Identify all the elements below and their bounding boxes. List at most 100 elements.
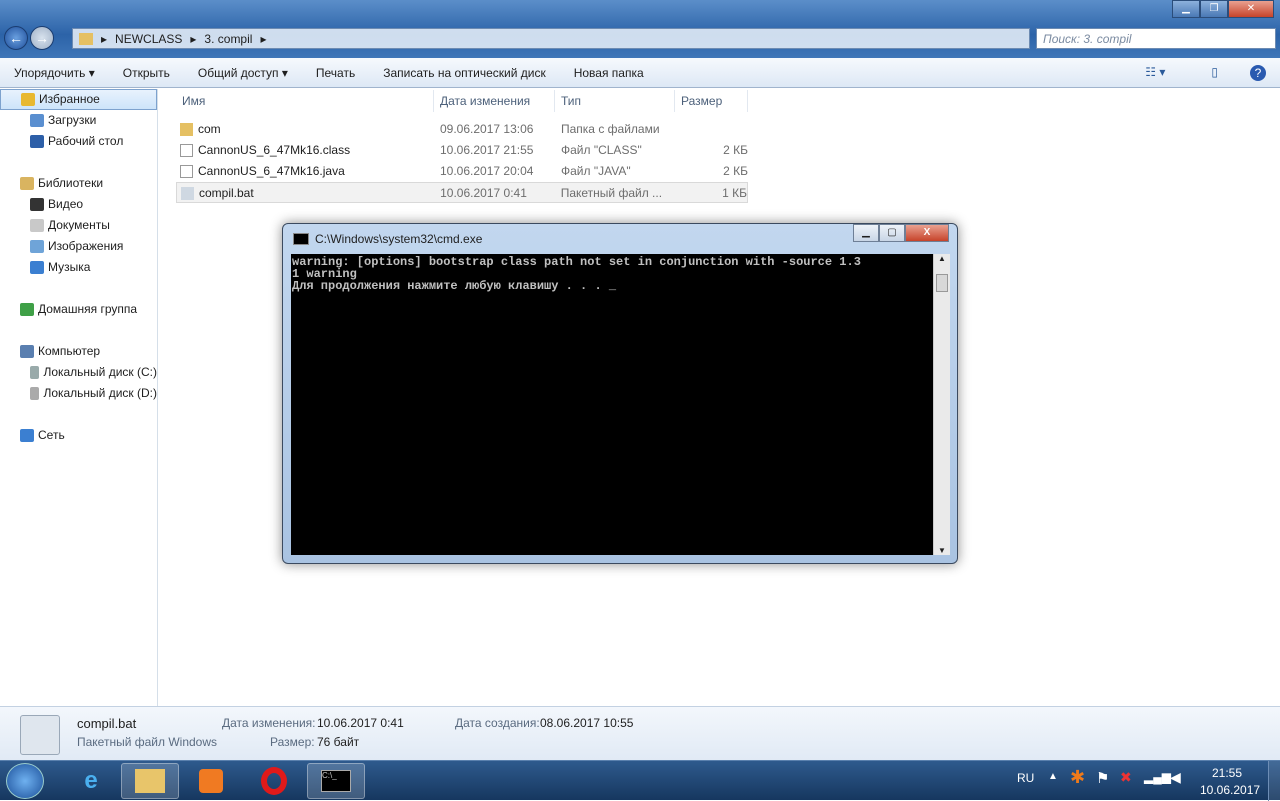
ie-icon: e (84, 767, 98, 794)
explorer-taskbar-button[interactable] (121, 763, 179, 799)
toolbar-item[interactable]: Записать на оптический диск (369, 66, 560, 80)
taskbar: e C:\_ RU ▲ ✱ ⚑ ✖ ▂▄▆ ◀ 21:55 10.06.2017 (0, 760, 1280, 801)
minimize-button[interactable]: ▁ (1172, 0, 1200, 18)
maximize-button[interactable]: ❐ (1200, 0, 1228, 18)
nav-item[interactable]: Локальный диск (C:) (0, 362, 157, 383)
cmd-taskbar-button[interactable]: C:\_ (307, 763, 365, 799)
folder-icon (180, 123, 193, 136)
toolbar-item[interactable]: Упорядочить ▾ (0, 66, 109, 80)
nav-item[interactable]: Избранное (0, 89, 157, 110)
file-icon (180, 144, 193, 157)
file-row[interactable]: CannonUS_6_47Mk16.java 10.06.2017 20:04 Фа… (176, 161, 748, 182)
scroll-thumb[interactable] (936, 274, 948, 292)
nav-item[interactable]: Видео (0, 194, 157, 215)
nav-item[interactable]: Библиотеки (0, 173, 157, 194)
column-size[interactable]: Размер (675, 90, 748, 112)
file-row[interactable]: com 09.06.2017 13:06 Папка с файлами (176, 119, 748, 140)
detail-type: Пакетный файл Windows (77, 735, 218, 749)
view-options-icon[interactable]: ☷ ▾ (1131, 65, 1179, 81)
nav-item[interactable]: Компьютер (0, 341, 157, 362)
detail-modified: 10.06.2017 0:41 (317, 716, 404, 730)
opera-taskbar-button[interactable] (245, 763, 303, 799)
cmd-window[interactable]: C:\Windows\system32\cmd.exe ▁ ▢ X warnin… (282, 223, 958, 564)
file-icon (180, 165, 193, 178)
drive-c-icon (30, 366, 40, 379)
column-name[interactable]: Имя (176, 90, 434, 112)
drive-d-icon (30, 387, 40, 400)
nav-item-label: Рабочий стол (48, 134, 124, 148)
file-type: Файл "CLASS" (561, 143, 642, 157)
clock-time[interactable]: 21:55 (1212, 766, 1242, 780)
file-type: Папка с файлами (561, 122, 660, 136)
cmd-icon: C:\_ (321, 770, 351, 792)
volume-icon[interactable]: ◀ (1170, 769, 1181, 786)
nav-item-label: Загрузки (48, 113, 97, 127)
power-icon[interactable]: ✖ (1120, 769, 1132, 786)
file-row[interactable]: CannonUS_6_47Mk16.class 10.06.2017 21:55 Ф… (176, 140, 748, 161)
console-output[interactable]: warning: [options] bootstrap class path … (291, 254, 933, 555)
file-size: 2 КБ (723, 143, 748, 157)
desktop-icon (30, 135, 44, 148)
clock-date[interactable]: 10.06.2017 (1200, 783, 1260, 797)
nav-item[interactable]: Локальный диск (D:) (0, 383, 157, 404)
network-icon (20, 429, 34, 442)
help-icon[interactable]: ? (1250, 64, 1266, 81)
forward-button[interactable]: → (30, 26, 54, 50)
column-type[interactable]: Тип (555, 90, 675, 112)
detail-created: 08.06.2017 10:55 (540, 716, 634, 730)
media-icon (199, 769, 223, 793)
libraries-icon (20, 177, 34, 190)
breadcrumb-compil[interactable]: 3. compil (204, 32, 252, 46)
nav-item[interactable]: Сеть (0, 425, 157, 446)
nav-item[interactable]: Рабочий стол (0, 131, 157, 152)
start-button[interactable] (6, 763, 44, 799)
window-controls: ▁ ❐ ✕ (1172, 0, 1274, 18)
media-player-taskbar-button[interactable] (182, 763, 240, 799)
file-date: 10.06.2017 20:04 (440, 164, 534, 178)
video-icon (30, 198, 44, 211)
language-indicator[interactable]: RU (1017, 771, 1034, 785)
search-input[interactable]: Поиск: 3. compil (1036, 28, 1276, 49)
file-row[interactable]: compil.bat 10.06.2017 0:41 Пакетный файл .… (176, 182, 748, 203)
avast-icon[interactable]: ✱ (1070, 767, 1085, 788)
breadcrumb-newclass[interactable]: NEWCLASS (115, 32, 182, 46)
column-date[interactable]: Дата изменения (434, 90, 555, 112)
toolbar-item[interactable]: Новая папка (560, 66, 658, 80)
star-icon (21, 93, 35, 106)
cmd-close-button[interactable]: X (905, 224, 949, 242)
explorer-titlebar: ▁ ❐ ✕ ← → ▸ NEWCLASS ▸ 3. compil ▸ Поиск… (0, 0, 1280, 58)
close-button[interactable]: ✕ (1228, 0, 1274, 18)
network-signal-icon[interactable]: ▂▄▆ (1144, 770, 1171, 784)
ie-taskbar-button[interactable]: e (62, 763, 120, 799)
file-type: Файл "JAVA" (561, 164, 631, 178)
nav-item[interactable]: Загрузки (0, 110, 157, 131)
back-button[interactable]: ← (4, 26, 28, 50)
preview-pane-icon[interactable]: ▯ (1197, 65, 1232, 81)
show-hidden-icons[interactable]: ▲ (1048, 771, 1058, 782)
cmd-scrollbar[interactable]: ▲ ▼ (933, 254, 950, 555)
file-size (675, 119, 748, 140)
nav-item[interactable]: Домашняя группа (0, 299, 157, 320)
toolbar-item[interactable]: Общий доступ ▾ (184, 66, 302, 80)
address-bar[interactable]: ▸ NEWCLASS ▸ 3. compil ▸ (72, 28, 1030, 49)
toolbar-item[interactable]: Открыть (109, 66, 184, 80)
nav-item[interactable]: Музыка (0, 257, 157, 278)
cmd-maximize-button[interactable]: ▢ (879, 224, 905, 242)
show-desktop-button[interactable] (1268, 761, 1280, 801)
pictures-icon (30, 240, 44, 253)
batch-file-icon (181, 187, 194, 200)
file-name: com (198, 122, 221, 136)
nav-item[interactable]: Документы (0, 215, 157, 236)
opera-icon (261, 767, 287, 795)
toolbar-item[interactable]: Печать (302, 66, 369, 80)
nav-item-label: Видео (48, 197, 84, 211)
column-headers: Имя Дата изменения Тип Размер (176, 90, 748, 112)
detail-name: compil.bat (77, 716, 137, 731)
nav-item[interactable]: Изображения (0, 236, 157, 257)
cmd-minimize-button[interactable]: ▁ (853, 224, 879, 242)
action-center-flag-icon[interactable]: ⚑ (1096, 769, 1109, 787)
documents-icon (30, 219, 44, 232)
nav-item-label: Домашняя группа (38, 302, 138, 316)
